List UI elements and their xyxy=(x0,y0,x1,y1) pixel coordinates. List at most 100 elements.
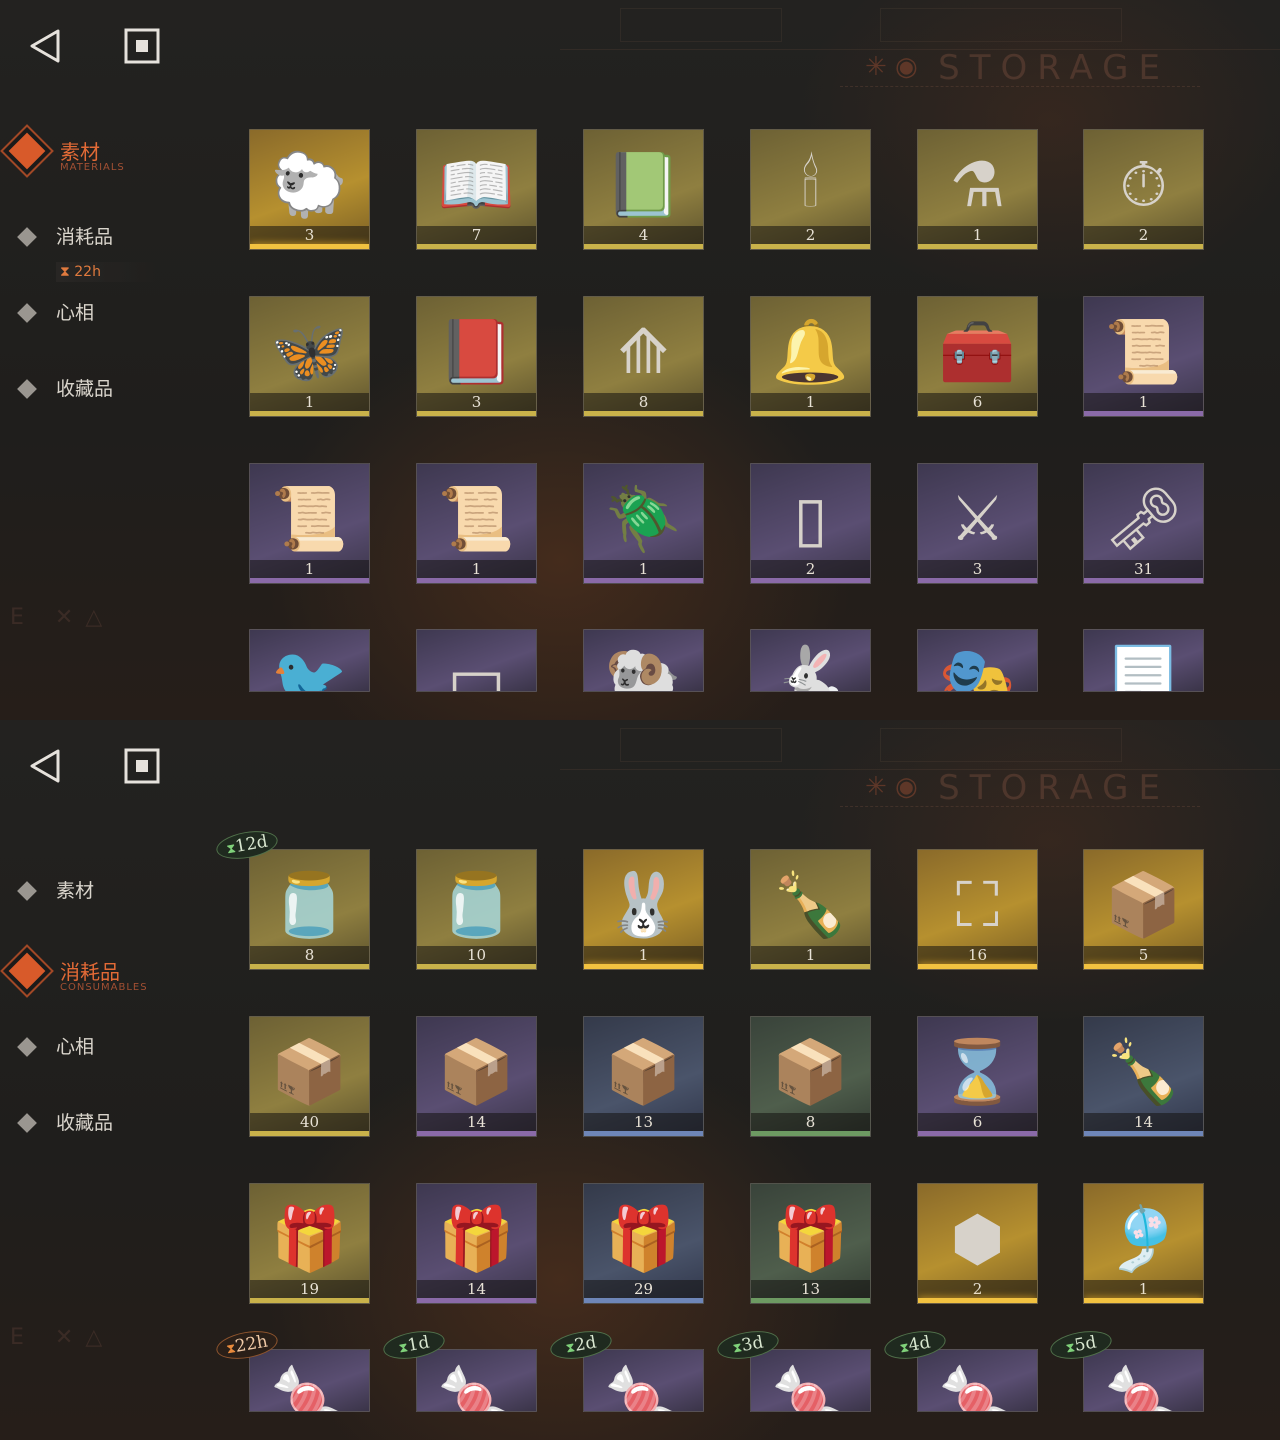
rarity-strip xyxy=(751,1131,870,1136)
item-tile[interactable]: 🫙 10 xyxy=(416,849,537,970)
rarity-strip xyxy=(584,964,703,969)
item-count: 2 xyxy=(751,226,870,244)
back-button[interactable] xyxy=(28,28,62,64)
item-tile[interactable]: ⬢ 2 xyxy=(917,1183,1038,1304)
item-count: 1 xyxy=(751,393,870,411)
item-count: 2 xyxy=(918,1280,1037,1298)
item-tile[interactable]: 🍬 xyxy=(750,1349,871,1412)
wooden-crate-icon: 📦 xyxy=(604,1034,683,1108)
item-tile[interactable]: 🍾 1 xyxy=(750,849,871,970)
menu-item-4[interactable]: 收藏品 xyxy=(0,1102,220,1162)
item-tile[interactable]: 🍾 14 xyxy=(1083,1016,1204,1137)
item-tile[interactable]: 🍬 xyxy=(917,1349,1038,1412)
paper-parcel-icon: 🎁 xyxy=(270,1201,349,1275)
item-tile[interactable]: 📜 1 xyxy=(416,463,537,584)
item-count: 1 xyxy=(1084,393,1203,411)
rarity-strip xyxy=(250,411,369,416)
menu-item-label: 消耗品 xyxy=(56,226,114,248)
item-count: 14 xyxy=(417,1113,536,1131)
menu-item-1[interactable]: 素材 xyxy=(0,870,220,930)
item-tile[interactable]: 🐰 1 xyxy=(583,849,704,970)
rarity-strip xyxy=(250,244,369,249)
item-tile[interactable]: ⌛ 6 xyxy=(917,1016,1038,1137)
item-tile[interactable]: 🎭 xyxy=(917,629,1038,692)
expiry-timer-text: 3d xyxy=(740,1332,765,1356)
purple-potion-icon: ⚗ xyxy=(949,147,1006,221)
item-tile[interactable]: 📦 8 xyxy=(750,1016,871,1137)
storage-panel-materials: ✳ ◉ STORAGE E ✕△ 素材 MATERIALS 消耗品 ⧗ 22h 心相 收藏… xyxy=(0,0,1280,720)
item-tile[interactable]: ▯ 2 xyxy=(750,463,871,584)
item-tile[interactable]: 🍬 xyxy=(249,1349,370,1412)
menu-item-4[interactable]: 收藏品 xyxy=(0,368,220,428)
glowing-moth-icon: 🦋 xyxy=(270,314,349,388)
item-count: 13 xyxy=(584,1113,703,1131)
item-tile[interactable]: 📦 13 xyxy=(583,1016,704,1137)
menu-item-label: 素材 xyxy=(56,880,95,902)
item-tile[interactable]: 🍬 xyxy=(583,1349,704,1412)
expiry-timer-text: 1d xyxy=(406,1332,431,1356)
menu-item-1[interactable]: 素材 MATERIALS xyxy=(0,130,220,190)
item-tile[interactable]: 🪲 1 xyxy=(583,463,704,584)
hourglass-icon: ⌛ xyxy=(938,1034,1017,1108)
back-triangle-icon xyxy=(30,29,60,63)
item-tile[interactable]: 📜 1 xyxy=(1083,296,1204,417)
diamond-icon xyxy=(17,303,37,323)
item-count: 6 xyxy=(918,1113,1037,1131)
item-tile[interactable]: 📦 5 xyxy=(1083,849,1204,970)
menu-item-3[interactable]: 心相 xyxy=(0,1026,220,1086)
item-tile[interactable]: 🐇 xyxy=(750,629,871,692)
item-tile[interactable]: ⚔ 3 xyxy=(917,463,1038,584)
item-tile[interactable]: 📦 14 xyxy=(416,1016,537,1137)
home-button[interactable] xyxy=(124,748,160,784)
item-tile[interactable]: 🎁 14 xyxy=(416,1183,537,1304)
item-tile[interactable]: 🗝 31 xyxy=(1083,463,1204,584)
item-tile[interactable]: ⛶ 16 xyxy=(917,849,1038,970)
back-button[interactable] xyxy=(28,748,62,784)
wooden-crate-icon: 📦 xyxy=(1104,867,1183,941)
hex-puzzle-icon: ⬢ xyxy=(950,1201,1005,1275)
item-tile[interactable]: 📃 xyxy=(1083,629,1204,692)
item-tile[interactable]: 🫙 8 xyxy=(249,849,370,970)
item-tile[interactable]: 🎁 29 xyxy=(583,1183,704,1304)
item-count: 16 xyxy=(918,946,1037,964)
item-tile[interactable]: 🐑 3 xyxy=(249,129,370,250)
menu-item-sublabel: MATERIALS xyxy=(60,162,125,173)
rarity-strip xyxy=(751,1298,870,1303)
red-gem-book-icon: 📖 xyxy=(437,147,516,221)
rarity-strip xyxy=(417,1131,536,1136)
item-tile[interactable]: 📕 3 xyxy=(416,296,537,417)
item-tile[interactable]: ⟰ 8 xyxy=(583,296,704,417)
item-tile[interactable]: 🎁 13 xyxy=(750,1183,871,1304)
home-button[interactable] xyxy=(124,28,160,64)
item-tile[interactable]: ⏱ 2 xyxy=(1083,129,1204,250)
item-tile[interactable]: ⚗ 1 xyxy=(917,129,1038,250)
item-tile[interactable]: 🍬 xyxy=(416,1349,537,1412)
winged-key-icon: 🗝 xyxy=(1104,481,1183,555)
green-scroll-icon: 📜 xyxy=(270,481,349,555)
item-tile[interactable]: 🐏 xyxy=(583,629,704,692)
item-tile[interactable]: 🍬 xyxy=(1083,1349,1204,1412)
item-count: 14 xyxy=(417,1280,536,1298)
item-tile[interactable]: 🎁 19 xyxy=(249,1183,370,1304)
menu-item-3[interactable]: 心相 xyxy=(0,292,220,352)
item-tile[interactable]: 📖 7 xyxy=(416,129,537,250)
header-divider xyxy=(840,806,1200,807)
storage-panel-consumables: ✳ ◉ STORAGE E ✕△ 素材 消耗品 CONSUMABLES 心相 收藏品 🫙… xyxy=(0,720,1280,1440)
item-tile[interactable]: 🔔 1 xyxy=(750,296,871,417)
item-tile[interactable]: ▭ xyxy=(416,629,537,692)
item-tile[interactable]: 🎐 1 xyxy=(1083,1183,1204,1304)
menu-item-2[interactable]: 消耗品 CONSUMABLES xyxy=(0,950,220,1010)
item-tile[interactable]: 📦 40 xyxy=(249,1016,370,1137)
item-tile[interactable]: 🕯 2 xyxy=(750,129,871,250)
item-count: 14 xyxy=(1084,1113,1203,1131)
item-tile[interactable]: 📗 4 xyxy=(583,129,704,250)
item-tile[interactable]: 🦋 1 xyxy=(249,296,370,417)
item-count: 2 xyxy=(1084,226,1203,244)
diamond-icon xyxy=(17,881,37,901)
item-tile[interactable]: 🐦 xyxy=(249,629,370,692)
item-tile[interactable]: 📜 1 xyxy=(249,463,370,584)
rarity-strip xyxy=(751,964,870,969)
item-tile[interactable]: 🧰 6 xyxy=(917,296,1038,417)
rarity-strip xyxy=(1084,964,1203,969)
candies-icon: 🍬 xyxy=(938,1361,1017,1412)
